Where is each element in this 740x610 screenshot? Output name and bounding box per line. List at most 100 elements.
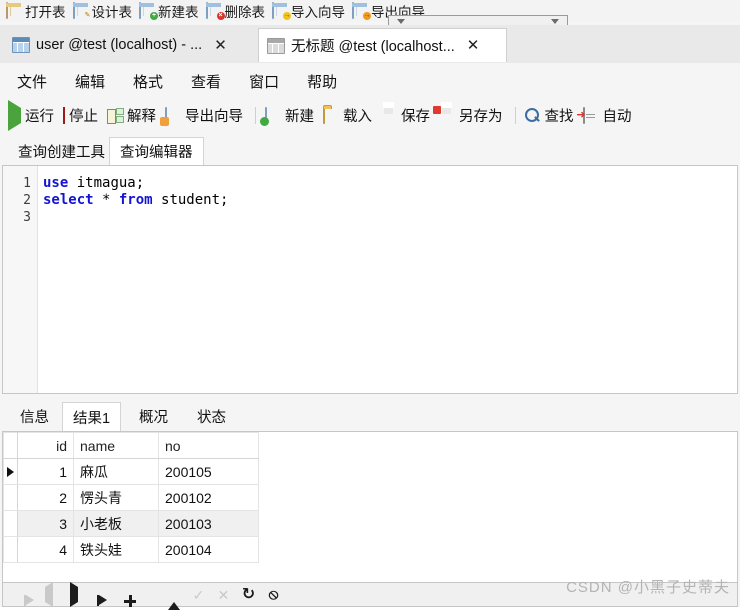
prev-record-button — [36, 582, 61, 607]
delete-record-button[interactable] — [136, 584, 161, 606]
tab-query-builder[interactable]: 查询创建工具 — [8, 137, 115, 165]
design-table-icon: ✎ — [72, 2, 90, 19]
window-tab-close-query[interactable]: ✕ — [465, 38, 482, 53]
current-row-arrow-icon — [7, 466, 14, 477]
toolbar-label-open-table: 打开表 — [25, 4, 66, 20]
toolbar-button-import-wizard[interactable]: → 导入向导 — [270, 0, 350, 21]
window-tab-close-user[interactable]: ✕ — [212, 38, 229, 53]
menu-item-window[interactable]: 窗口 — [238, 71, 290, 92]
window-tab-user[interactable]: user @test (localhost) - ... ✕ — [4, 28, 256, 62]
run-button[interactable]: 运行 — [5, 99, 60, 132]
menu-bar: 文件 编辑 格式 查看 窗口 帮助 — [0, 63, 740, 99]
toolbar-button-open-table[interactable]: 打开表 — [4, 0, 71, 21]
menu-item-edit[interactable]: 编辑 — [64, 71, 116, 92]
window-tab-query[interactable]: 无标题 @test (localhost... ✕ — [258, 28, 507, 62]
tab-result1[interactable]: 结果1 — [62, 402, 122, 431]
table-row[interactable]: 1 麻瓜 200105 — [3, 458, 259, 485]
edit-record-button[interactable] — [161, 584, 186, 610]
window-tab-label-user: user @test (localhost) - ... — [36, 37, 203, 53]
stop-circle-icon: ⦸ — [268, 586, 279, 603]
toolbar-divider-2 — [514, 107, 516, 124]
new-query-button-label: 新建 — [285, 109, 314, 125]
find-button-label: 查找 — [544, 109, 574, 125]
stop-button-label: 停止 — [69, 109, 98, 125]
cell-id-2[interactable]: 2 — [17, 484, 74, 511]
cell-no-1[interactable]: 200105 — [158, 458, 259, 485]
toolbar-label-import-wizard: 导入向导 — [291, 4, 345, 20]
find-button[interactable]: 查找 — [522, 99, 580, 132]
stop-button[interactable]: 停止 — [60, 99, 104, 132]
result-table: id name no 1 麻瓜 200105 2 愣头青 200102 3 小老板 200103 4 铁头… — [3, 432, 259, 563]
code-token-2-2: * — [93, 192, 119, 208]
tab-status-label: 状态 — [197, 410, 226, 426]
export-wizard-button[interactable]: 导出向导 — [162, 99, 249, 132]
code-token-1-2: itmagua; — [68, 175, 145, 191]
menu-item-view[interactable]: 查看 — [180, 71, 232, 92]
new-query-button[interactable]: 新建 — [262, 99, 320, 132]
cell-name-3[interactable]: 小老板 — [73, 510, 159, 537]
refresh-button[interactable]: ↻ — [236, 584, 261, 606]
cell-name-2[interactable]: 愣头青 — [73, 484, 159, 511]
row-selector-cell[interactable] — [3, 536, 18, 563]
toolbar-button-design-table[interactable]: ✎ 设计表 — [71, 0, 138, 21]
toolbar-label-design-table: 设计表 — [91, 4, 133, 20]
last-record-button[interactable] — [86, 584, 111, 606]
import-wizard-icon: → — [272, 2, 291, 20]
chevron-down-icon-left — [397, 19, 405, 24]
row-selector-cell[interactable] — [3, 510, 18, 537]
column-header-no[interactable]: no — [158, 432, 259, 459]
up-arrow-icon — [167, 587, 180, 610]
save-as-icon — [433, 106, 455, 123]
toolbar-button-delete-table[interactable]: × 删除表 — [204, 0, 271, 21]
save-as-button[interactable]: 另存为 — [433, 99, 509, 132]
code-token-2-1: select — [43, 192, 94, 208]
cell-no-2[interactable]: 200102 — [158, 484, 259, 511]
table-toolbar: 打开表 ✎ 设计表 + 新建表 × 删除表 → 导入向导 → 导出向导 — [0, 0, 740, 21]
next-record-button[interactable] — [61, 582, 86, 607]
menu-item-format[interactable]: 格式 — [122, 71, 174, 92]
table-row[interactable]: 3 小老板 200103 — [3, 510, 259, 537]
tab-messages-label: 信息 — [20, 410, 49, 426]
chevron-down-icon-right — [551, 19, 559, 24]
menu-item-help[interactable]: 帮助 — [296, 71, 348, 92]
stop-loading-button[interactable]: ⦸ — [261, 584, 286, 606]
window-tab-label-query: 无标题 @test (localhost... — [291, 39, 455, 55]
tab-status[interactable]: 状态 — [187, 402, 236, 431]
cell-id-1[interactable]: 1 — [17, 458, 74, 485]
tab-messages[interactable]: 信息 — [10, 402, 59, 431]
load-button[interactable]: 载入 — [320, 99, 378, 132]
cell-name-4[interactable]: 铁头娃 — [73, 536, 159, 563]
cell-no-3[interactable]: 200103 — [158, 510, 259, 537]
row-selector-cell[interactable] — [3, 458, 18, 485]
code-token-2-4: student; — [152, 192, 229, 208]
tab-profile[interactable]: 概况 — [129, 402, 178, 431]
editor-code-area[interactable]: use itmagua; select * from student; — [43, 166, 735, 246]
explain-button-label: 解释 — [127, 109, 156, 125]
tab-query-editor[interactable]: 查询编辑器 — [109, 137, 204, 165]
sql-editor[interactable]: 1 2 3 use itmagua; select * from student… — [2, 165, 738, 394]
row-selector-cell[interactable] — [3, 484, 18, 511]
run-icon — [8, 100, 21, 131]
refresh-icon: ↻ — [241, 585, 256, 603]
save-button[interactable]: 保存 — [378, 99, 436, 132]
cell-id-4[interactable]: 4 — [17, 536, 74, 563]
table-row[interactable]: 2 愣头青 200102 — [3, 484, 259, 511]
result-grid[interactable]: id name no 1 麻瓜 200105 2 愣头青 200102 3 小老板 200103 4 铁头… — [2, 431, 738, 583]
query-window-icon — [267, 37, 285, 54]
toolbar-label-delete-table: 删除表 — [224, 4, 266, 20]
add-record-button[interactable] — [111, 584, 136, 606]
autocomplete-button[interactable]: ➜ 自动 — [576, 99, 638, 132]
cell-name-1[interactable]: 麻瓜 — [73, 458, 159, 485]
cell-id-3[interactable]: 3 — [17, 510, 74, 537]
explain-icon — [107, 108, 123, 123]
next-icon — [69, 582, 78, 607]
table-row[interactable]: 4 铁头娃 200104 — [3, 536, 259, 563]
explain-button[interactable]: 解释 — [104, 99, 162, 132]
menu-item-file[interactable]: 文件 — [6, 71, 58, 92]
column-header-id[interactable]: id — [17, 432, 74, 459]
cell-no-4[interactable]: 200104 — [158, 536, 259, 563]
new-table-icon: + — [139, 2, 158, 20]
column-header-name[interactable]: name — [73, 432, 159, 459]
cross-icon: ✕ — [217, 586, 230, 603]
toolbar-button-new-table[interactable]: + 新建表 — [137, 0, 204, 21]
